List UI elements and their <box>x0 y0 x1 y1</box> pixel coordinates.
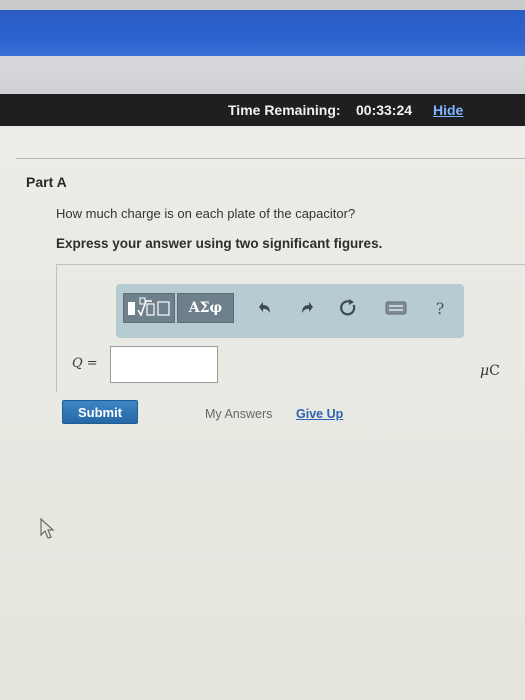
reset-button[interactable] <box>336 296 360 320</box>
divider <box>16 158 525 159</box>
subheader-strip <box>0 56 525 94</box>
keyboard-button[interactable] <box>384 296 408 320</box>
timer-label: Time Remaining: <box>228 102 341 118</box>
redo-icon <box>302 302 313 313</box>
unit-prefix: μ <box>480 363 490 379</box>
part-title: Part A <box>26 174 67 190</box>
charge-answer-input[interactable] <box>110 346 218 383</box>
redo-button[interactable] <box>296 296 320 320</box>
help-icon: ? <box>435 298 445 318</box>
header-banner <box>0 10 525 56</box>
instruction-text: Express your answer using two significan… <box>56 236 383 251</box>
answer-variable-label: Q = <box>72 356 98 371</box>
hide-timer-link[interactable]: Hide <box>433 102 463 118</box>
answer-unit: μC <box>480 363 500 379</box>
question-text: How much charge is on each plate of the … <box>56 206 356 221</box>
template-icon <box>128 297 170 317</box>
unit-symbol: C <box>489 363 500 379</box>
undo-icon <box>259 302 270 313</box>
timer-value: 00:33:24 <box>356 102 413 118</box>
help-button[interactable]: ? <box>428 296 452 320</box>
undo-button[interactable] <box>252 296 276 320</box>
timer-bar: Time Remaining: 00:33:24 Hide <box>0 94 525 126</box>
my-answers-link[interactable]: My Answers <box>205 407 272 421</box>
reset-icon <box>340 299 356 316</box>
submit-button[interactable]: Submit <box>62 400 138 424</box>
mouse-cursor-icon <box>40 518 55 539</box>
give-up-link[interactable]: Give Up <box>296 407 343 421</box>
greek-symbols-button[interactable]: ΑΣφ <box>177 293 234 323</box>
template-button[interactable] <box>123 293 175 323</box>
keyboard-icon <box>385 301 407 315</box>
